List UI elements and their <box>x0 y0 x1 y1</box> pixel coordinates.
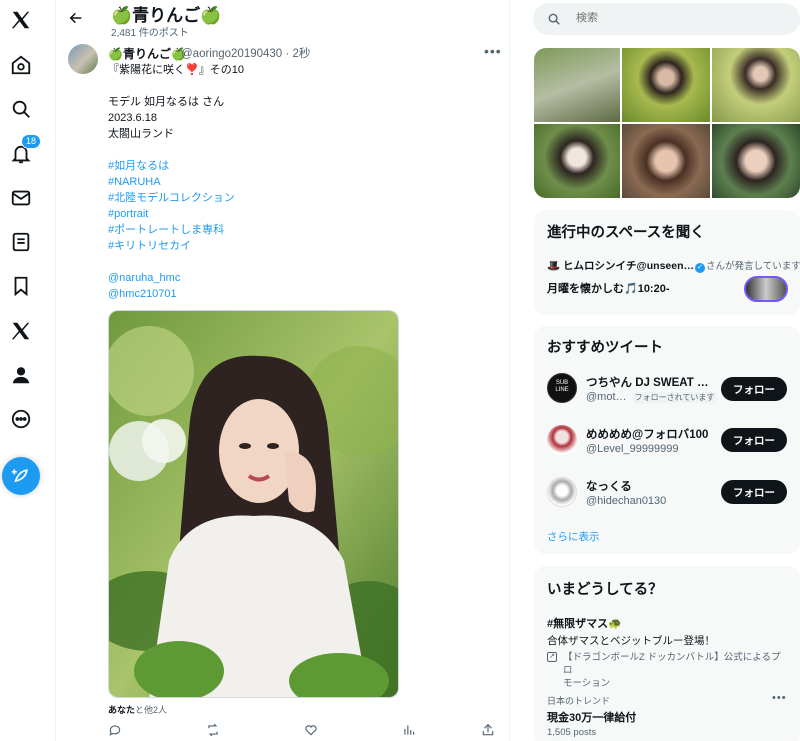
trend-context: 日本のトレンド <box>547 696 611 706</box>
tweet-link[interactable]: #北陸モデルコレクション <box>108 191 235 205</box>
follows-you-badge: フォローされています <box>631 392 718 403</box>
follow-button[interactable]: フォロー <box>721 428 787 452</box>
user-avatar[interactable] <box>547 425 577 455</box>
user-handle[interactable]: @hidechan0130 <box>586 495 666 507</box>
share-icon[interactable] <box>481 723 495 737</box>
spaces-title: 進行中のスペースを聞く <box>547 225 705 241</box>
recommend-card: おすすめツイート SUB LINE つちやん DJ SWEAT … @mot… フ… <box>534 326 800 554</box>
profile-icon[interactable] <box>8 362 34 388</box>
lists-icon[interactable] <box>8 229 34 255</box>
premium-x-icon[interactable] <box>8 318 34 344</box>
more-options-icon[interactable]: ••• <box>484 43 502 59</box>
spaces-card: 進行中のスペースを聞く 🎩 ヒムロシンイチ@unseen… ✓ さんが発言しています… <box>534 210 800 315</box>
tweet-text-line: モデル 如月なるは さん <box>108 96 225 108</box>
media-thumb[interactable] <box>534 124 620 198</box>
tweet-link[interactable]: #ポートレートしま専科 <box>108 223 224 237</box>
liked-by[interactable]: あなたと他2人 <box>108 703 167 716</box>
bookmarks-icon[interactable] <box>8 273 34 299</box>
trend-name[interactable]: 現金30万一律給付 <box>547 709 636 725</box>
search-bar[interactable] <box>533 3 800 35</box>
media-grid <box>534 48 800 198</box>
promoted-by-line2: モーション <box>563 678 611 689</box>
trend-post-count: 1,505 posts <box>547 727 597 738</box>
profile-header: 🍏青りんご🍏 2,481 件のポスト <box>56 0 509 40</box>
user-name[interactable]: なっくる <box>586 478 632 494</box>
author-handle-time[interactable]: @aoringo20190430 · 2秒 <box>181 45 310 61</box>
tweet-link[interactable]: #NARUHA <box>108 175 161 189</box>
app: 18 🍏青りんご🍏 2,481 件のポスト 🍏青りんご🍏 @aoringo201… <box>0 0 800 741</box>
media-thumb[interactable] <box>712 124 800 198</box>
user-avatar[interactable] <box>547 477 577 507</box>
space-host-suffix: さんが発言しています <box>706 261 800 272</box>
tweet-photo[interactable] <box>108 310 399 698</box>
space-listeners-avatars[interactable] <box>744 276 788 302</box>
promoted-by[interactable]: 【ドラゴンボールZ ドッカンバトル】公式によるプロ モーション <box>563 651 788 690</box>
tweet-link[interactable]: @naruha_hmc <box>108 271 180 285</box>
back-arrow-icon[interactable] <box>68 10 84 26</box>
promoted-by-line1: 【ドラゴンボールZ ドッカンバトル】公式によるプロ <box>563 652 781 676</box>
tweet-link[interactable]: @hmc210701 <box>108 287 177 301</box>
trend-more-icon[interactable]: ••• <box>772 692 787 704</box>
views-icon[interactable] <box>402 723 416 737</box>
likers-bold: あなた <box>108 705 136 715</box>
host-hat-icon: 🎩 <box>547 260 561 272</box>
author-handle[interactable]: @aoringo20190430 <box>181 48 282 60</box>
verified-icon: ✓ <box>695 263 705 273</box>
trends-card: いまどうしてる？ #無限ザマス🐢 合体ザマスとベジットブルー登場！ ↗ 【ドラゴ… <box>534 566 800 741</box>
notifications-badge: 18 <box>21 134 42 149</box>
follow-button[interactable]: フォロー <box>721 480 787 504</box>
follow-button[interactable]: フォロー <box>721 377 787 401</box>
tweet-link[interactable]: #キリトリセカイ <box>108 239 191 253</box>
tweet-text-line: 太閤山ランド <box>108 128 174 140</box>
tweet-text-line: 『紫陽花に咲く❣️』その10 <box>108 64 244 76</box>
left-nav: 18 <box>0 0 42 741</box>
tweet-link[interactable]: #portrait <box>108 207 148 221</box>
user-avatar[interactable]: SUB LINE <box>547 373 577 403</box>
space-host[interactable]: 🎩 ヒムロシンイチ@unseen… ✓ さんが発言しています <box>547 258 800 273</box>
feather-icon <box>11 469 28 483</box>
notifications-icon[interactable]: 18 <box>8 134 42 167</box>
promo-hashtag[interactable]: #無限ザマス🐢 <box>547 615 622 631</box>
reply-icon[interactable] <box>108 723 122 737</box>
author-avatar[interactable] <box>68 44 98 74</box>
timeline-column: 🍏青りんご🍏 2,481 件のポスト 🍏青りんご🍏 @aoringo201904… <box>55 0 510 741</box>
likers-rest: と他2人 <box>135 705 168 715</box>
search-icon <box>548 13 560 25</box>
user-name[interactable]: つちやん DJ SWEAT … <box>586 374 708 390</box>
profile-name: 🍏青りんご🍏 <box>111 6 222 25</box>
tweet-time[interactable]: · 2秒 <box>285 48 310 60</box>
user-handle-text: @mot… <box>586 391 627 403</box>
repost-icon[interactable] <box>206 723 220 737</box>
show-more-link[interactable]: さらに表示 <box>547 529 600 544</box>
promoted-icon: ↗ <box>547 652 557 662</box>
space-title[interactable]: 月曜を懐かしむ🎵10:20- <box>547 280 670 296</box>
media-thumb[interactable] <box>534 48 620 122</box>
author-name[interactable]: 🍏青りんご🍏 <box>108 45 186 62</box>
post-count: 2,481 件のポスト <box>111 28 189 39</box>
promo-description: 合体ザマスとベジットブルー登場！ <box>547 635 715 647</box>
right-sidebar: 進行中のスペースを聞く 🎩 ヒムロシンイチ@unseen…✓さんが発言しています… <box>510 0 800 741</box>
x-logo-icon[interactable] <box>8 7 34 33</box>
tweet-text-line: 2023.6.18 <box>108 112 157 124</box>
more-circle-icon[interactable] <box>8 406 34 432</box>
messages-icon[interactable] <box>8 185 34 211</box>
tweet-link[interactable]: #如月なるは <box>108 159 169 173</box>
home-icon[interactable] <box>8 52 34 78</box>
space-host-name: ヒムロシンイチ@unseen… <box>563 260 694 272</box>
media-thumb[interactable] <box>712 48 800 122</box>
search-icon[interactable] <box>8 96 34 122</box>
media-thumb[interactable] <box>622 124 710 198</box>
user-handle[interactable]: @Level_99999999 <box>586 443 679 455</box>
user-name[interactable]: めめめめ@フォロバ100 <box>586 426 708 442</box>
user-handle[interactable]: @mot… フォローされています <box>586 391 718 403</box>
media-thumb[interactable] <box>622 48 710 122</box>
like-icon[interactable] <box>304 723 318 737</box>
recommend-title: おすすめツイート <box>547 340 663 356</box>
trends-title: いまどうしてる？ <box>547 582 663 598</box>
search-input[interactable] <box>576 12 776 24</box>
compose-button[interactable] <box>2 457 40 495</box>
